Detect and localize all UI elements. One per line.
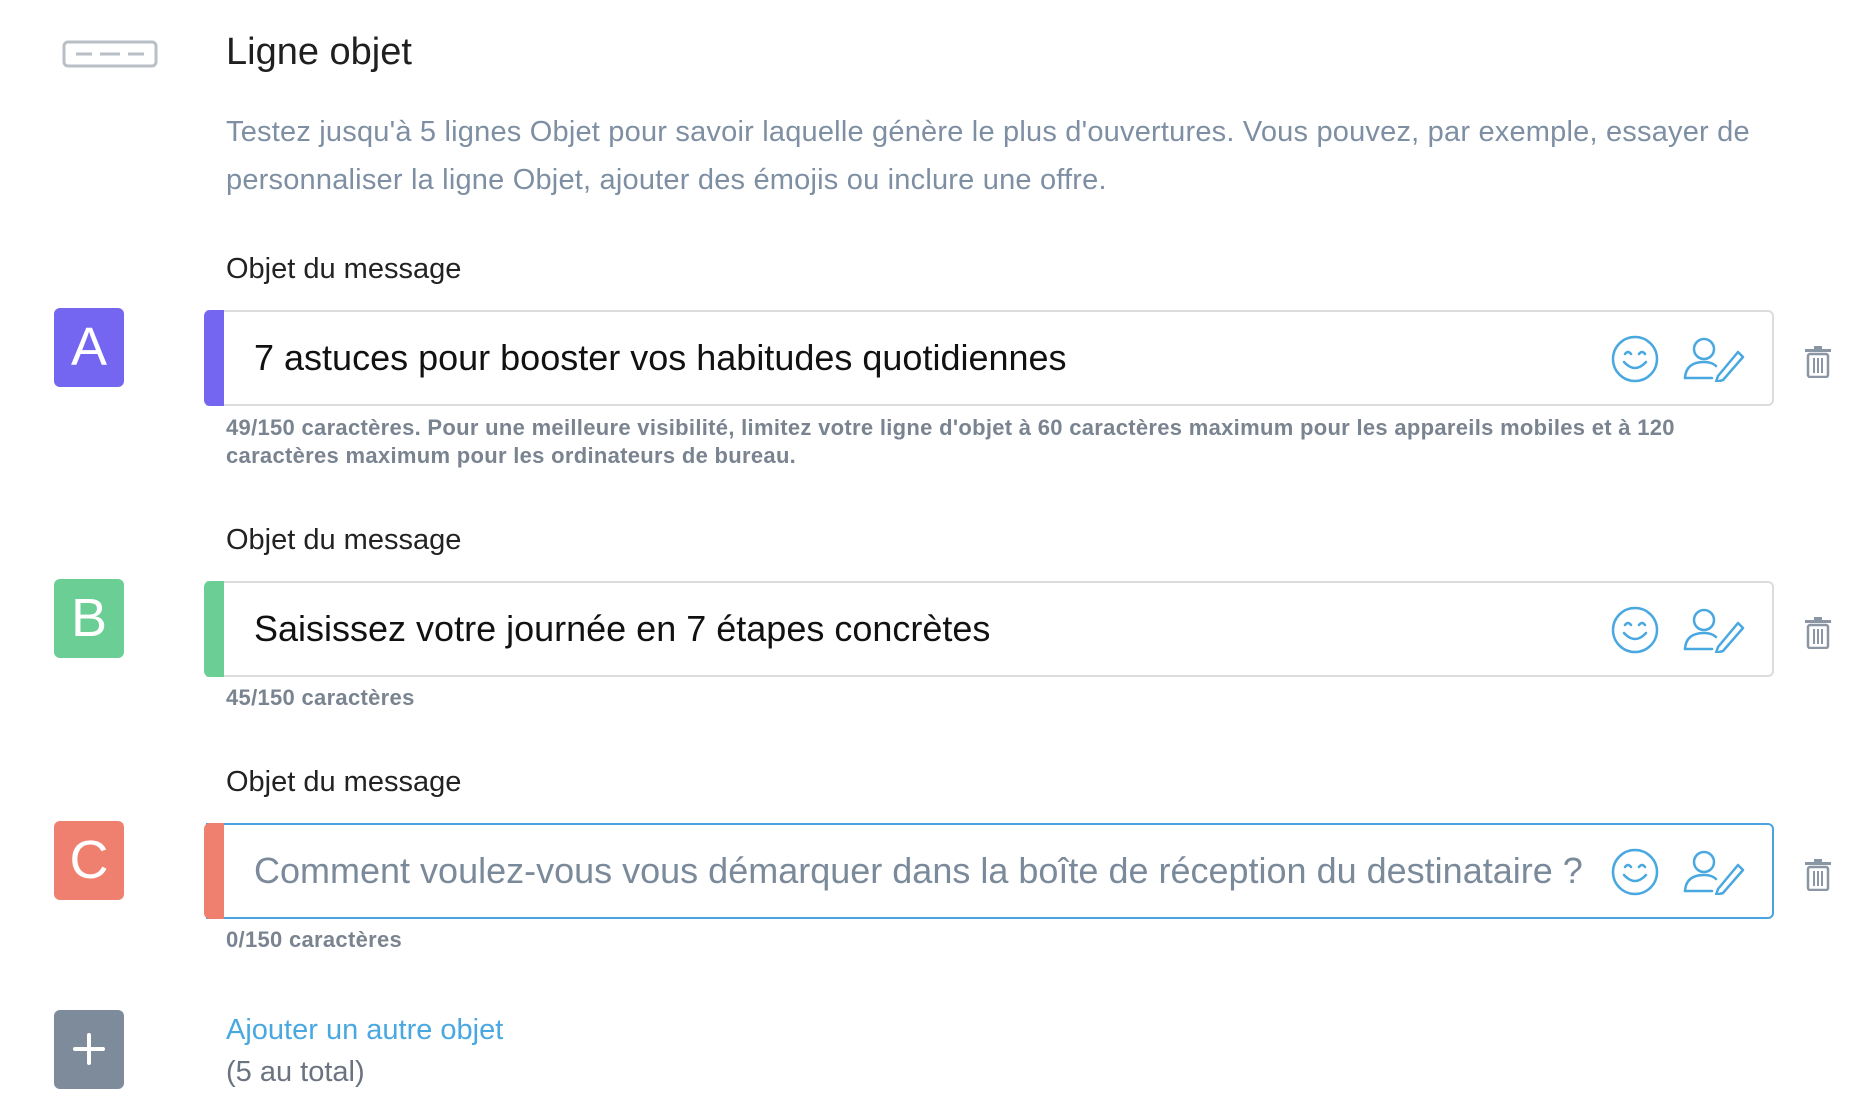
trash-icon[interactable] — [1804, 859, 1832, 891]
person-edit-icon[interactable] — [1682, 336, 1746, 382]
subject-b-input[interactable]: Saisissez votre journée en 7 étapes conc… — [254, 583, 1584, 675]
subject-b-char-count: 45/150 caractères — [226, 685, 415, 710]
plus-icon — [73, 1033, 105, 1065]
subject-c-char-count: 0/150 caractères — [226, 927, 403, 952]
subject-a-label: Objet du message — [226, 253, 462, 285]
trash-icon[interactable] — [1804, 617, 1832, 649]
subject-a-input[interactable]: 7 astuces pour booster vos habitudes quo… — [254, 312, 1584, 404]
smiley-icon[interactable] — [1610, 605, 1660, 655]
subject-b-field[interactable]: Saisissez votre journée en 7 étapes conc… — [204, 581, 1774, 677]
add-subject-limit: (5 au total) — [226, 1056, 365, 1088]
subject-a-field[interactable]: 7 astuces pour booster vos habitudes quo… — [204, 310, 1774, 406]
person-edit-icon[interactable] — [1682, 849, 1746, 895]
variant-a-accent — [204, 310, 224, 406]
section-description: Testez jusqu'à 5 lignes Objet pour savoi… — [226, 116, 1750, 196]
add-subject-button[interactable] — [54, 1010, 124, 1089]
subject-c-field[interactable] — [204, 823, 1774, 919]
subject-b-label: Objet du message — [226, 524, 462, 556]
trash-icon[interactable] — [1804, 346, 1832, 378]
section-title: Ligne objet — [226, 31, 412, 73]
add-subject-link[interactable]: Ajouter un autre objet — [226, 1012, 503, 1048]
subject-line-icon — [62, 40, 158, 68]
person-edit-icon[interactable] — [1682, 607, 1746, 653]
variant-c-badge: C — [54, 821, 124, 900]
smiley-icon[interactable] — [1610, 847, 1660, 897]
subject-c-label: Objet du message — [226, 766, 462, 798]
subject-a-char-count: 49/150 caractères. Pour une meilleure vi… — [226, 415, 1675, 468]
subject-c-input[interactable] — [254, 825, 1584, 917]
smiley-icon[interactable] — [1610, 334, 1660, 384]
variant-c-accent — [204, 823, 224, 919]
variant-b-accent — [204, 581, 224, 677]
variant-a-badge: A — [54, 308, 124, 387]
variant-b-badge: B — [54, 579, 124, 658]
